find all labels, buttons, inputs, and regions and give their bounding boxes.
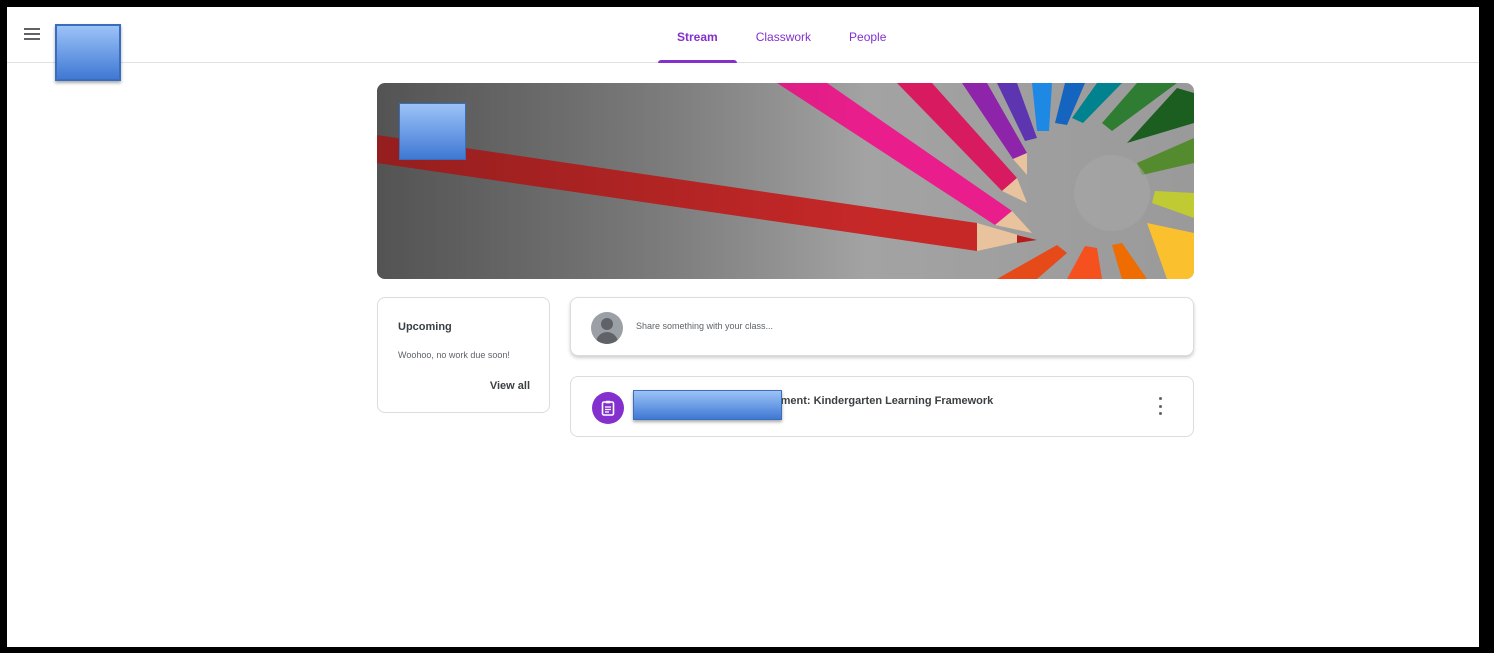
tab-stream[interactable]: Stream bbox=[658, 7, 737, 63]
tab-people[interactable]: People bbox=[830, 7, 905, 62]
user-avatar-icon bbox=[591, 312, 623, 344]
share-box[interactable]: Share something with your class... bbox=[570, 297, 1194, 356]
class-banner bbox=[377, 83, 1194, 279]
top-app-bar: Stream Classwork People bbox=[7, 7, 1479, 81]
redacted-author-name bbox=[633, 390, 782, 420]
more-options-icon[interactable] bbox=[1155, 397, 1165, 415]
view-all-link[interactable]: View all bbox=[490, 380, 530, 392]
colored-pencils-banner-image bbox=[377, 83, 1194, 279]
upcoming-message: Woohoo, no work due soon! bbox=[398, 350, 510, 360]
hamburger-menu-icon[interactable] bbox=[24, 28, 40, 40]
redacted-class-name bbox=[55, 24, 121, 81]
app-window: Stream Classwork People Upcoming Woohoo,… bbox=[7, 7, 1479, 647]
assignment-icon bbox=[592, 392, 624, 424]
class-tabs: Stream Classwork People bbox=[658, 7, 905, 63]
share-placeholder: Share something with your class... bbox=[636, 321, 774, 331]
upcoming-title: Upcoming bbox=[398, 321, 452, 333]
redacted-class-title bbox=[399, 103, 466, 160]
upcoming-card: Upcoming Woohoo, no work due soon! View … bbox=[377, 297, 550, 413]
tab-classwork[interactable]: Classwork bbox=[737, 7, 830, 62]
